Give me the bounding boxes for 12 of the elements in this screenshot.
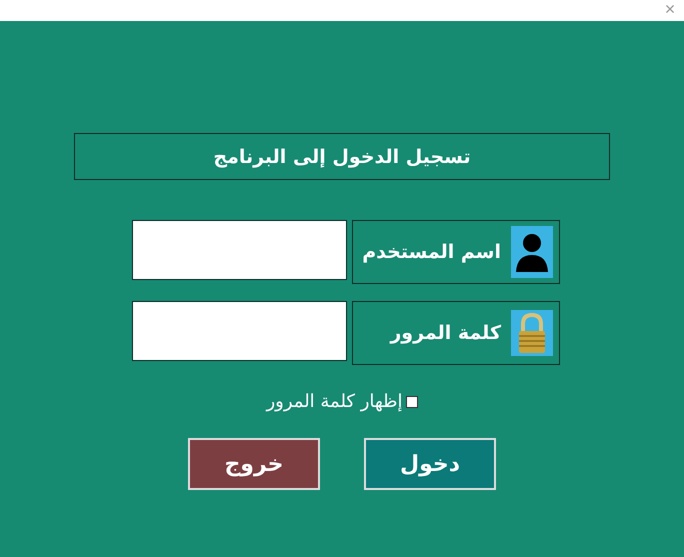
form-title: تسجيل الدخول إلى البرنامج — [74, 133, 610, 180]
checkbox-label: إظهار كلمة المرور — [266, 391, 403, 412]
input-field[interactable] — [132, 301, 347, 361]
login-button[interactable]: دخول — [364, 438, 496, 490]
field-label: كلمة المرور — [390, 322, 501, 344]
exit-button[interactable]: خروج — [188, 438, 320, 490]
user-icon — [511, 226, 553, 278]
field-label: اسم المستخدم — [362, 241, 501, 263]
close-button[interactable]: × — [662, 0, 678, 18]
padlock-icon — [511, 310, 553, 356]
checkbox[interactable] — [406, 396, 418, 408]
input-field[interactable] — [132, 220, 347, 280]
